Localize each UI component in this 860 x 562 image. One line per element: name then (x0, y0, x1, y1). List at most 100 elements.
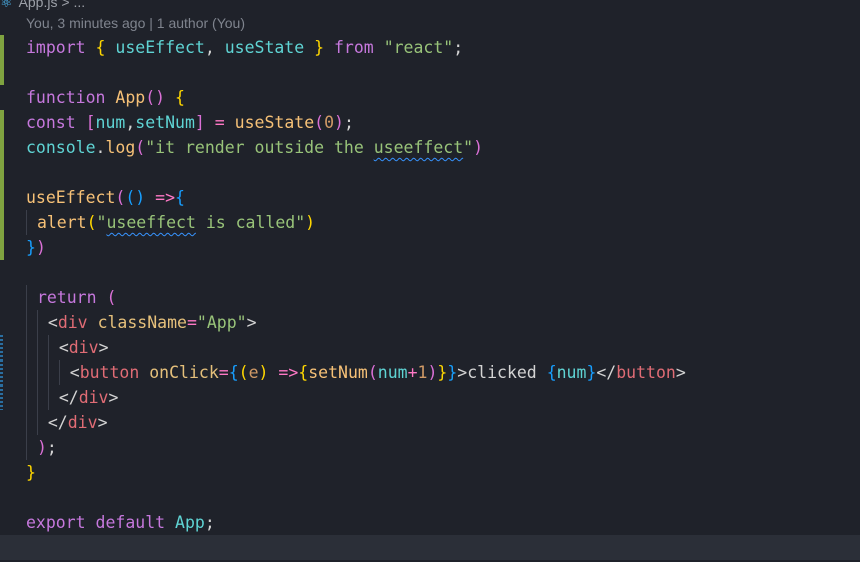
identifier: useState (224, 38, 305, 57)
string: "it render outside the (145, 138, 374, 157)
indent-guide (26, 335, 27, 360)
indent-guide (36, 410, 38, 435)
brace: } (586, 363, 597, 382)
breadcrumb-trail: > ... (61, 0, 86, 10)
code-line[interactable]: const [num,setNum] = useState(0); (0, 110, 860, 135)
operator: = (186, 313, 197, 332)
code-line[interactable]: <button onClick={(e) =>{setNum(num+1)}}>… (0, 360, 860, 385)
code-line[interactable] (0, 160, 860, 185)
code-line[interactable]: return ( (0, 285, 860, 310)
code-line[interactable] (0, 60, 860, 85)
paren: ( (314, 113, 325, 132)
parens: () (125, 188, 146, 207)
tag-bracket: > (97, 413, 108, 432)
jsx-tag: div (78, 388, 109, 407)
indent-guide (36, 335, 38, 360)
code-line[interactable] (0, 485, 860, 510)
function-call: useState (234, 113, 315, 132)
function-call: setNum (308, 363, 368, 382)
code-line[interactable]: console.log("it render outside the useef… (0, 135, 860, 160)
indent-guide (36, 360, 38, 385)
brace: } (437, 363, 448, 382)
string: " (463, 138, 474, 157)
gutter-modified-marker (0, 185, 4, 210)
identifier: useEffect (115, 38, 205, 57)
git-blame-annotation[interactable]: You, 3 minutes ago | 1 author (You) (26, 15, 245, 31)
gutter-added-marker (0, 335, 3, 360)
code-line[interactable]: <div> (0, 335, 860, 360)
paren: ( (115, 188, 126, 207)
breadcrumb[interactable]: ⚛ App.js > ... (0, 0, 85, 10)
code-line[interactable]: import { useEffect, useState } from "rea… (0, 35, 860, 60)
tag-bracket: > (98, 338, 109, 357)
code-editor[interactable]: import { useEffect, useState } from "rea… (0, 35, 860, 560)
paren: ) (35, 238, 46, 257)
jsx-attribute: className (97, 313, 187, 332)
operator: => (278, 363, 299, 382)
bracket: [ (85, 113, 96, 132)
bracket: ] (194, 113, 205, 132)
brace: } (447, 363, 458, 382)
code-line[interactable]: export default App; (0, 510, 860, 535)
code-line[interactable] (0, 260, 860, 285)
current-line[interactable] (0, 535, 860, 560)
indent-guide (26, 210, 27, 235)
number: 0 (324, 113, 335, 132)
brace: { (298, 363, 309, 382)
indent-guide (26, 410, 27, 435)
tag-bracket: > (108, 388, 119, 407)
code-line[interactable]: function App() { (0, 85, 860, 110)
breadcrumb-file[interactable]: App.js (19, 0, 58, 10)
code-line[interactable]: </div> (0, 385, 860, 410)
number: 1 (417, 363, 428, 382)
indent-guide (26, 435, 27, 460)
indent-guide (36, 385, 38, 410)
brace: { (175, 188, 185, 207)
code-line[interactable]: useEffect(() =>{ (0, 185, 860, 210)
code-line[interactable]: }) (0, 235, 860, 260)
paren: ( (367, 363, 378, 382)
spelling-warning[interactable]: useeffect (374, 138, 463, 157)
paren: ( (135, 138, 146, 157)
spelling-warning[interactable]: useeffect (106, 213, 195, 232)
keyword: import (26, 38, 86, 57)
brace: { (546, 363, 557, 382)
paren: ( (106, 288, 117, 307)
paren: ) (334, 113, 344, 132)
paren: ) (36, 438, 47, 457)
tag-bracket: </ (58, 388, 79, 407)
brace: { (175, 88, 185, 107)
keyword: return (36, 288, 97, 307)
operator: = (214, 113, 225, 132)
punctuation: ; (453, 38, 464, 57)
function-call: useEffect (26, 188, 116, 207)
function-call: log (105, 138, 136, 157)
tag-bracket: < (58, 338, 69, 357)
gutter-modified-marker (0, 110, 4, 135)
string: "react" (383, 38, 454, 57)
paren: ( (238, 363, 249, 382)
gutter-modified-marker (0, 235, 4, 260)
identifier: num (377, 363, 408, 382)
keyword: const (26, 113, 76, 132)
code-line[interactable]: <div className="App"> (0, 310, 860, 335)
indent-guide (36, 310, 38, 335)
code-line[interactable]: } (0, 460, 860, 485)
code-line[interactable]: alert("useeffect is called") (0, 210, 860, 235)
keyword: export (26, 513, 86, 532)
tag-bracket: > (457, 363, 468, 382)
punctuation: ; (343, 113, 354, 132)
paren: ) (258, 363, 269, 382)
gutter-modified-marker (0, 210, 4, 235)
indent-guide (58, 360, 60, 385)
code-line[interactable]: ); (0, 435, 860, 460)
code-line[interactable]: </div> (0, 410, 860, 435)
gutter-added-marker (0, 360, 3, 385)
gutter-modified-marker (0, 60, 4, 85)
identifier: console (26, 138, 96, 157)
parens: () (145, 88, 166, 107)
brace: { (228, 363, 239, 382)
brace: } (26, 238, 36, 257)
punctuation: . (95, 138, 106, 157)
brace: } (26, 463, 36, 482)
